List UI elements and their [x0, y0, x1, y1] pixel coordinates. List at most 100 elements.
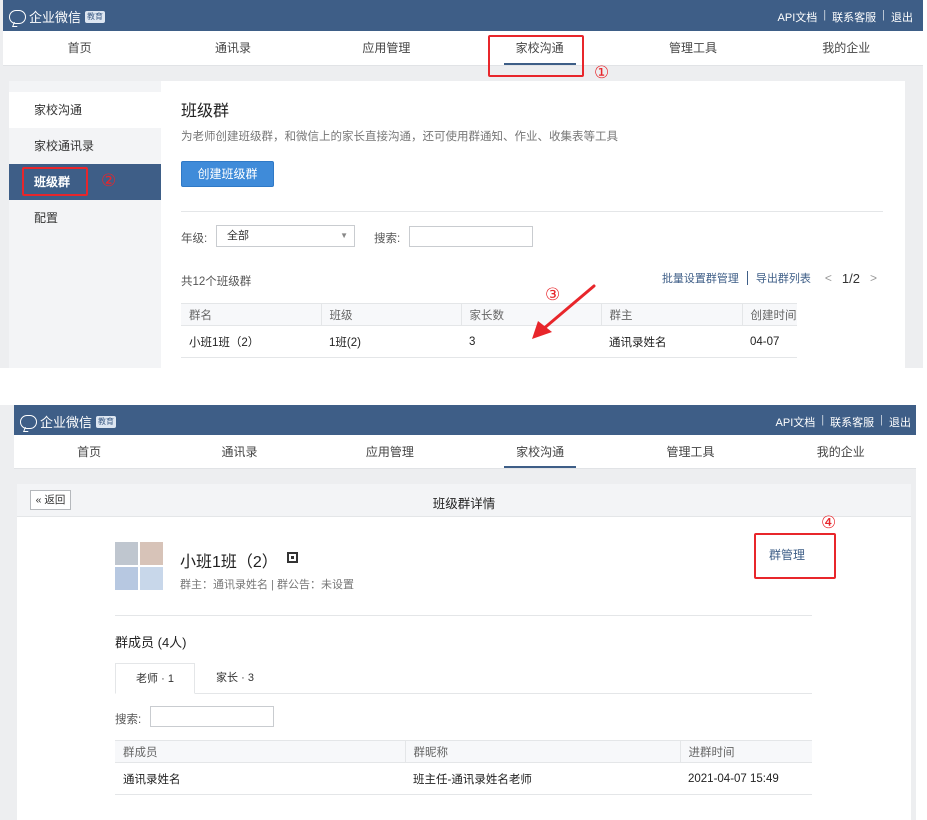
table-header-row: 群名 班级 家长数 群主 创建时间	[181, 303, 797, 326]
search-label: 搜索:	[374, 233, 401, 245]
avatar-tile	[140, 567, 163, 590]
main-nav: 首页 通讯录 应用管理 家校沟通 管理工具 我的企业	[3, 31, 923, 66]
logout-link[interactable]: 退出	[889, 414, 911, 430]
contact-service-link[interactable]: 联系客服	[832, 9, 876, 25]
table-header-row: 群成员 群昵称 进群时间	[115, 740, 812, 763]
logout-link[interactable]: 退出	[891, 9, 913, 25]
annotation-number-1: ①	[594, 63, 610, 83]
contact-service-link[interactable]: 联系客服	[830, 414, 874, 430]
annotation-arrow-icon	[532, 284, 596, 339]
top-links: API文档 | 联系客服 | 退出	[776, 414, 911, 430]
annotation-number-4: ④	[821, 513, 837, 533]
col-nickname: 群昵称	[404, 740, 680, 763]
top-bar: 企业微信 教育 API文档 | 联系客服 | 退出	[3, 0, 923, 31]
edition-badge: 教育	[85, 10, 106, 23]
grade-select-value: 全部	[227, 230, 249, 242]
logo[interactable]: 企业微信 教育	[20, 412, 117, 431]
next-page-icon[interactable]: >	[870, 271, 877, 285]
nav-my-company[interactable]: 我的企业	[770, 31, 923, 65]
cell-join-time: 2021-04-07 15:49	[680, 762, 812, 795]
table-actions: 批量设置群管理 导出群列表 < 1/2 >	[662, 270, 877, 286]
screenshot-group-detail: 企业微信 教育 API文档 | 联系客服 | 退出 首页 通讯录 应用管理 家校…	[0, 405, 916, 820]
separator: |	[823, 9, 827, 21]
member-search-input[interactable]	[150, 706, 274, 727]
grade-select[interactable]: 全部 ▼	[216, 225, 355, 247]
tab-teachers[interactable]: 老师 · 1	[115, 663, 195, 694]
avatar-tile	[140, 542, 163, 565]
class-group-table: 群名 班级 家长数 群主 创建时间 小班1班（2） 1班(2) 3 通讯录姓名 …	[181, 303, 797, 358]
search-label: 搜索:	[115, 714, 142, 726]
api-docs-link[interactable]: API文档	[778, 9, 818, 25]
avatar-tile	[115, 542, 138, 565]
export-list-link[interactable]: 导出群列表	[756, 270, 811, 286]
nav-contacts[interactable]: 通讯录	[156, 31, 309, 65]
divider	[181, 211, 883, 212]
separator: |	[821, 414, 825, 426]
col-created: 创建时间	[741, 303, 797, 326]
annotation-box-4	[754, 533, 836, 579]
avatar-tile	[115, 567, 138, 590]
group-meta: 群主：通讯录姓名 | 群公告：未设置	[180, 579, 354, 591]
detail-header: « 返回 班级群详情	[17, 484, 911, 517]
search-input[interactable]	[409, 226, 533, 247]
col-class: 班级	[320, 303, 461, 326]
nav-home-school[interactable]: 家校沟通	[465, 435, 615, 468]
nav-tools[interactable]: 管理工具	[616, 31, 769, 65]
separator: |	[882, 9, 885, 21]
caret-down-icon: ▼	[340, 231, 348, 240]
col-group-name: 群名	[181, 303, 321, 326]
create-class-group-button[interactable]: 创建班级群	[181, 161, 274, 187]
divider	[115, 615, 812, 616]
sidebar-item-contacts[interactable]: 家校通讯录	[9, 128, 161, 164]
screenshot-class-groups: 企业微信 教育 API文档 | 联系客服 | 退出 首页 通讯录 应用管理 家校…	[0, 0, 923, 368]
batch-manage-link[interactable]: 批量设置群管理	[662, 270, 739, 286]
grade-label: 年级:	[181, 233, 208, 245]
qr-code-icon[interactable]	[287, 552, 298, 563]
nav-contacts[interactable]: 通讯录	[164, 435, 314, 468]
page-title: 班级群	[181, 103, 230, 120]
members-title: 群成员 (4人)	[115, 635, 187, 650]
nav-my-company[interactable]: 我的企业	[766, 435, 916, 468]
cell-owner: 通讯录姓名	[601, 325, 742, 358]
api-docs-link[interactable]: API文档	[776, 414, 816, 430]
top-links: API文档 | 联系客服 | 退出	[778, 9, 913, 25]
col-member: 群成员	[115, 740, 405, 763]
sidebar: 家校沟通 家校通讯录 班级群 配置	[9, 81, 161, 368]
group-avatar	[115, 542, 163, 590]
table-row[interactable]: 小班1班（2） 1班(2) 3 通讯录姓名 04-07	[181, 325, 797, 358]
page-title: 班级群详情	[432, 497, 496, 511]
edition-badge: 教育	[96, 415, 117, 428]
nav-apps[interactable]: 应用管理	[315, 435, 465, 468]
group-name: 小班1班（2）	[180, 554, 278, 571]
main-nav: 首页 通讯录 应用管理 家校沟通 管理工具 我的企业	[14, 435, 916, 469]
cell-class: 1班(2)	[321, 325, 461, 358]
cell-group-name: 小班1班（2）	[181, 325, 321, 358]
separator: |	[880, 414, 883, 426]
wecom-chat-icon	[9, 9, 26, 24]
annotation-number-2: ②	[101, 171, 117, 191]
sidebar-item-home-school[interactable]: 家校沟通	[9, 92, 161, 128]
page-indicator: 1/2	[841, 270, 860, 286]
annotation-box-2	[22, 167, 88, 196]
prev-page-icon[interactable]: <	[825, 271, 832, 285]
nav-apps[interactable]: 应用管理	[310, 31, 463, 65]
member-table: 群成员 群昵称 进群时间 通讯录姓名 班主任-通讯录姓名老师 2021-04-0…	[115, 740, 812, 795]
sidebar-item-config[interactable]: 配置	[9, 200, 161, 236]
nav-tools[interactable]: 管理工具	[615, 435, 765, 468]
brand-name: 企业微信	[29, 10, 82, 25]
col-owner: 群主	[600, 303, 742, 326]
member-tabs: 老师 · 1 家长 · 3	[115, 663, 812, 694]
nav-home[interactable]: 首页	[14, 435, 164, 468]
top-bar: 企业微信 教育 API文档 | 联系客服 | 退出	[14, 405, 916, 435]
tab-parents[interactable]: 家长 · 3	[195, 663, 275, 694]
nav-home[interactable]: 首页	[3, 31, 156, 65]
wecom-chat-icon	[20, 414, 37, 429]
page-description: 为老师创建班级群，和微信上的家长直接沟通，还可使用群通知、作业、收集表等工具	[181, 131, 618, 143]
cell-member: 通讯录姓名	[115, 762, 405, 795]
logo[interactable]: 企业微信 教育	[9, 7, 106, 26]
brand-name: 企业微信	[40, 415, 93, 430]
annotation-box-1	[488, 35, 584, 77]
cell-nickname: 班主任-通讯录姓名老师	[405, 762, 680, 795]
table-row[interactable]: 通讯录姓名 班主任-通讯录姓名老师 2021-04-07 15:49	[115, 762, 812, 795]
col-join-time: 进群时间	[679, 740, 812, 763]
